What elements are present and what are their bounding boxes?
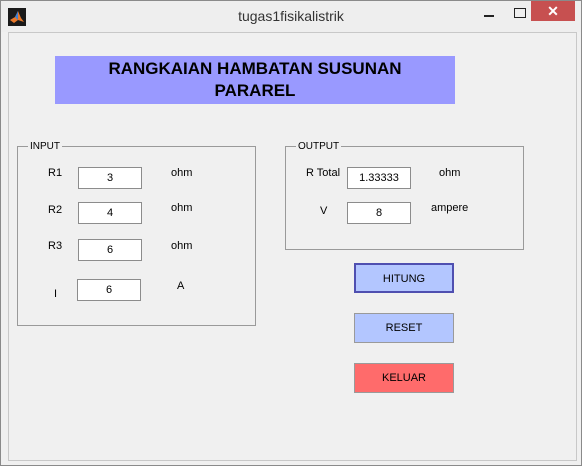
v-label: V xyxy=(320,205,328,217)
keluar-button[interactable]: KELUAR xyxy=(354,363,454,393)
i-field[interactable]: 6 xyxy=(77,279,141,301)
rtotal-label: R Total xyxy=(306,167,341,179)
page-title: RANGKAIAN HAMBATAN SUSUNAN PARAREL xyxy=(55,56,455,104)
title-line-1: RANGKAIAN HAMBATAN SUSUNAN xyxy=(108,59,402,78)
i-unit: A xyxy=(177,280,185,292)
minimize-button[interactable] xyxy=(484,15,494,17)
r3-field[interactable]: 6 xyxy=(78,239,142,261)
output-panel-legend: OUTPUT xyxy=(298,141,340,152)
title-bar[interactable]: tugas1fisikalistrik ✕ xyxy=(1,1,581,32)
title-line-2: PARAREL xyxy=(214,81,296,100)
input-panel-legend: INPUT xyxy=(30,141,60,152)
r2-label: R2 xyxy=(48,204,63,216)
reset-button[interactable]: RESET xyxy=(354,313,454,343)
i-label: I xyxy=(54,288,58,300)
r1-label: R1 xyxy=(48,167,63,179)
v-unit: ampere xyxy=(431,202,469,214)
r3-unit: ohm xyxy=(171,240,193,252)
output-panel: OUTPUT xyxy=(285,141,524,250)
r3-label: R3 xyxy=(48,240,63,252)
r2-field[interactable]: 4 xyxy=(78,202,142,224)
v-field[interactable]: 8 xyxy=(347,202,411,224)
rtotal-unit: ohm xyxy=(439,167,461,179)
close-button[interactable]: ✕ xyxy=(531,1,575,21)
hitung-button[interactable]: HITUNG xyxy=(354,263,454,293)
maximize-button[interactable] xyxy=(514,8,526,18)
rtotal-field[interactable]: 1.33333 xyxy=(347,167,411,189)
window-title: tugas1fisikalistrik xyxy=(238,8,344,24)
r1-field[interactable]: 3 xyxy=(78,167,142,189)
r2-unit: ohm xyxy=(171,202,193,214)
r1-unit: ohm xyxy=(171,167,193,179)
